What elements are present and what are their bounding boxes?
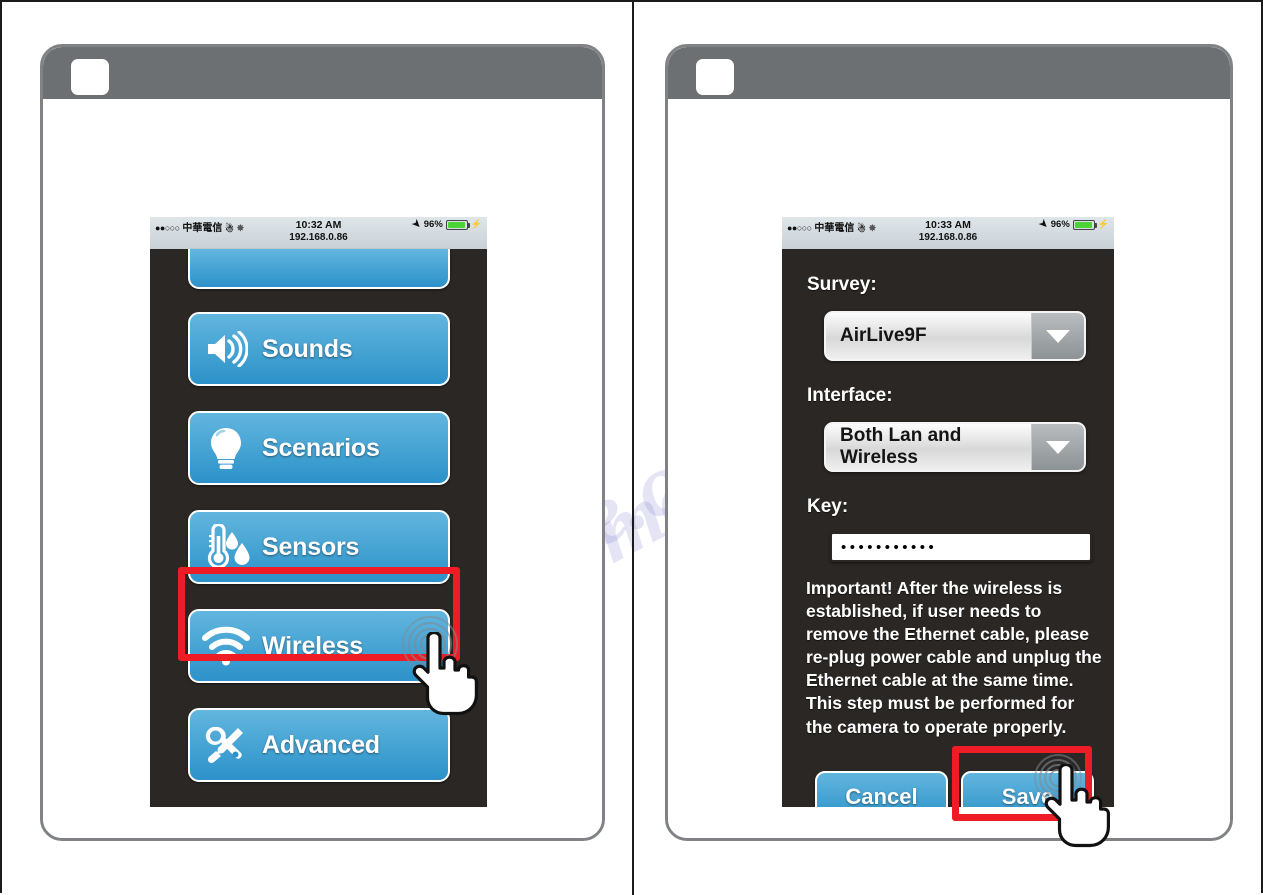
panel-divider — [632, 2, 634, 895]
chevron-down-icon[interactable] — [1031, 424, 1084, 470]
menu-button-clipped[interactable] — [188, 249, 450, 289]
key-input[interactable]: ••••••••••• — [830, 532, 1092, 562]
pointing-hand-cursor — [1044, 764, 1110, 848]
lightbulb-icon — [190, 426, 262, 470]
battery-percent-label: 96% — [1050, 219, 1070, 230]
status-url: 192.168.0.86 — [289, 232, 348, 243]
interface-value: Both Lan and Wireless — [840, 425, 962, 468]
survey-value: AirLive9F — [840, 325, 927, 346]
menu-label: Sounds — [262, 334, 353, 363]
frame-header-right — [668, 47, 1230, 99]
key-label: Key: — [807, 496, 849, 517]
menu-button-scenarios[interactable]: Scenarios — [188, 411, 450, 485]
menu-label: Scenarios — [262, 433, 380, 462]
survey-label: Survey: — [807, 274, 877, 295]
frame-tab-icon — [71, 59, 109, 95]
thermometer-droplet-icon — [190, 524, 262, 570]
phone-screen-right: ●●○○○ 中華電信 ☃ ✸ 10:33 AM 192.168.0.86 ➤ 9… — [782, 217, 1114, 807]
status-bar-right-group: ➤ 96% ⚡ — [409, 217, 482, 232]
charging-bolt-icon: ⚡ — [1097, 219, 1109, 229]
menu-label: Sensors — [262, 532, 360, 561]
battery-icon — [1072, 219, 1097, 230]
frame-tab-icon — [696, 59, 734, 95]
cancel-button[interactable]: Cancel — [815, 771, 948, 807]
status-bar-right-group: ➤ 96% ⚡ — [1036, 217, 1109, 232]
survey-select[interactable]: AirLive9F — [824, 311, 1086, 361]
interface-label: Interface: — [807, 385, 893, 406]
phone-screen-left: ●●○○○ 中華電信 ☃ ✸ 10:32 AM 192.168.0.86 ➤ 9… — [150, 217, 487, 807]
menu-list-left: Sounds Scenarios Sensors Wireless Advanc… — [150, 249, 487, 807]
chevron-down-icon[interactable] — [1031, 313, 1084, 359]
wireless-settings-form: Survey: AirLive9F Interface: Both Lan an… — [782, 249, 1114, 807]
status-bar-left: ●●○○○ 中華電信 ☃ ✸ 10:32 AM 192.168.0.86 ➤ 9… — [150, 217, 487, 249]
battery-icon — [445, 219, 470, 230]
status-bar-right: ●●○○○ 中華電信 ☃ ✸ 10:33 AM 192.168.0.86 ➤ 9… — [782, 217, 1114, 249]
charging-bolt-icon: ⚡ — [470, 219, 482, 229]
menu-button-sounds[interactable]: Sounds — [188, 312, 450, 386]
pointing-hand-cursor — [412, 632, 478, 716]
status-url: 192.168.0.86 — [918, 232, 978, 243]
menu-button-advanced[interactable]: Advanced — [188, 708, 450, 782]
interface-select[interactable]: Both Lan and Wireless — [824, 422, 1086, 472]
wrench-screwdriver-icon — [190, 723, 262, 767]
important-notice-text: Important! After the wireless is establi… — [806, 578, 1102, 737]
location-arrow-icon: ➤ — [409, 217, 424, 232]
battery-percent-label: 96% — [423, 219, 443, 230]
manual-page: manualshive.com manualshive.com ●●○○○ 中華… — [0, 0, 1263, 895]
location-arrow-icon: ➤ — [1036, 217, 1051, 232]
menu-label: Advanced — [262, 730, 380, 759]
frame-header-left — [43, 47, 602, 99]
speaker-icon — [190, 331, 262, 367]
